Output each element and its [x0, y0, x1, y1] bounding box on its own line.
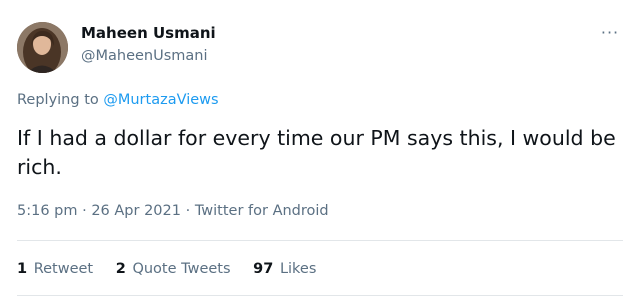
- quote-tweets-count: 2: [115, 261, 126, 277]
- retweets-label: Retweet: [33, 261, 94, 277]
- reply-prefix: Replying to: [17, 92, 104, 108]
- more-options-button[interactable]: ···: [596, 22, 624, 44]
- user-avatar-photo-icon: [17, 22, 68, 73]
- quote-tweets-stat[interactable]: 2 Quote Tweets: [116, 261, 231, 277]
- tweet-meta: 5:16 pm · 26 Apr 2021 · Twitter for Andr…: [17, 203, 329, 219]
- likes-stat[interactable]: 97 Likes: [253, 261, 316, 277]
- tweet-source[interactable]: Twitter for Android: [195, 203, 329, 219]
- reply-to-link[interactable]: @MurtazaViews: [103, 92, 218, 108]
- meta-separator: ·: [77, 203, 92, 219]
- likes-count: 97: [253, 261, 274, 277]
- more-horizontal-icon: ···: [600, 23, 620, 42]
- author-name[interactable]: Maheen Usmani: [81, 24, 216, 42]
- engagement-stats: 1 Retweet 2 Quote Tweets 97 Likes: [17, 261, 334, 277]
- avatar[interactable]: [17, 22, 68, 73]
- reply-context: Replying to @MurtazaViews: [17, 92, 219, 108]
- tweet-date[interactable]: 26 Apr 2021: [91, 203, 181, 219]
- quote-tweets-label: Quote Tweets: [132, 261, 231, 277]
- tweet-text: If I had a dollar for every time our PM …: [17, 126, 616, 179]
- meta-separator: ·: [180, 203, 195, 219]
- retweets-count: 1: [17, 261, 28, 277]
- retweets-stat[interactable]: 1 Retweet: [17, 261, 93, 277]
- author-handle[interactable]: @MaheenUsmani: [81, 48, 208, 64]
- divider: [17, 240, 623, 241]
- likes-label: Likes: [279, 261, 317, 277]
- divider: [17, 295, 623, 296]
- tweet-time[interactable]: 5:16 pm: [17, 203, 78, 219]
- tweet-card: Maheen Usmani @MaheenUsmani ··· Replying…: [0, 0, 640, 302]
